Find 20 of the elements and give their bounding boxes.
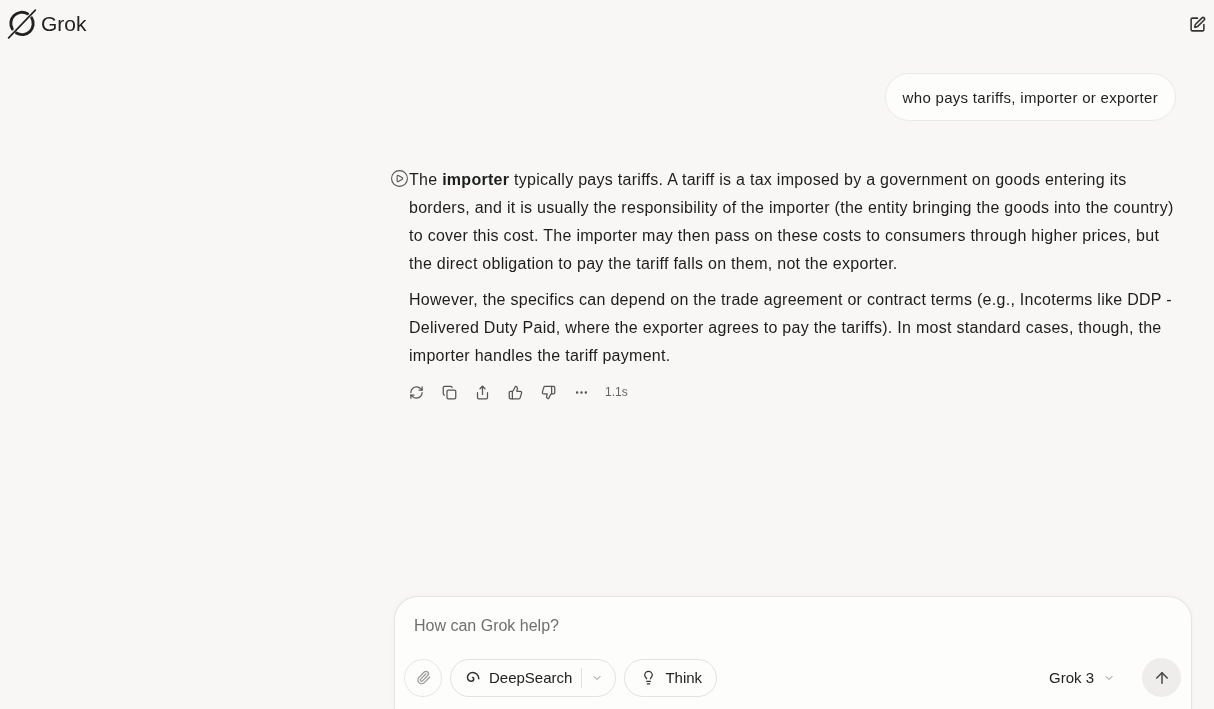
logo-text: Grok [41, 12, 87, 36]
deepsearch-button[interactable]: DeepSearch [450, 658, 617, 697]
edit-icon[interactable] [1189, 15, 1206, 33]
response-time: 1.1s [605, 385, 628, 399]
think-button[interactable]: Think [624, 658, 718, 697]
share-icon[interactable] [475, 384, 490, 400]
spiral-icon [465, 670, 480, 685]
message-input[interactable]: How can Grok help? [414, 615, 914, 637]
logo-icon [7, 9, 37, 39]
send-button[interactable] [1142, 658, 1181, 697]
response-paragraph: The importer typically pays tariffs. A tariff is a tax imposed by a government on goods entering its borders, and it is usually the responsibility of the importer (the entity bringing the goods into the country) to cover this cost. The importer may then pass on these costs to consumers through higher prices, but the direct obligation to pay the tariff falls on them, not the exporter. [409, 170, 1175, 274]
response-paragraph: However, the specifics can depend on the trade agreement or contract terms (e.g., Incoterms like DDP - Delivered Duty Paid, where the exporter agrees to pay the tariffs). In most standard cases, though, the importer handles the tariff payment. [409, 290, 1173, 366]
user-message: who pays tariffs, importer or exporter [884, 73, 1176, 121]
model-selector[interactable]: Grok 3 [1049, 669, 1115, 686]
thumbs-down-icon[interactable] [541, 384, 556, 400]
play-icon[interactable] [390, 169, 409, 188]
copy-icon[interactable] [442, 384, 457, 400]
refresh-icon[interactable] [409, 384, 424, 400]
thumbs-up-icon[interactable] [508, 384, 523, 400]
paperclip-icon [415, 670, 431, 685]
